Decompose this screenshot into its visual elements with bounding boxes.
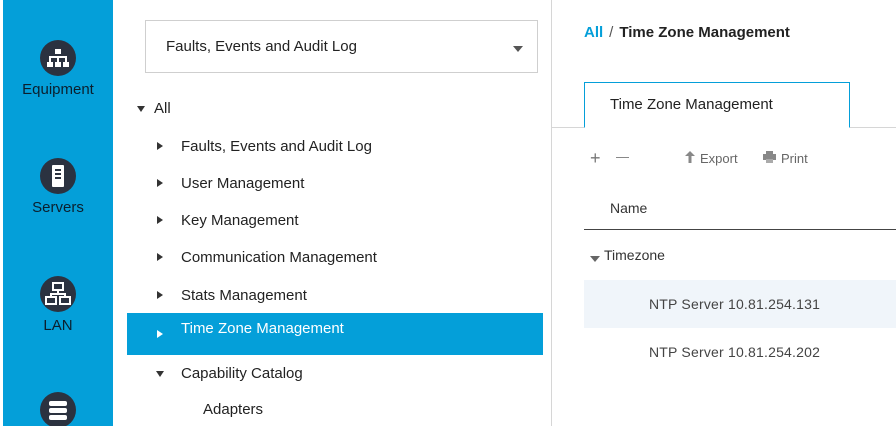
rail-item-lan[interactable]: LAN [3,276,113,334]
tree-item-label: Communication Management [181,249,377,266]
breadcrumb-separator: / [609,24,614,41]
breadcrumb-root-link[interactable]: All [584,24,603,41]
rail-item-servers[interactable]: Servers [3,158,113,216]
tree-item-key-management[interactable]: Key Management [127,206,543,236]
print-label: Print [781,151,808,166]
chevron-down-icon[interactable] [513,46,523,52]
rail-item-storage[interactable] [3,392,113,426]
ntp-server-name: NTP Server 10.81.254.202 [649,344,821,360]
storage-icon [40,392,76,426]
tree-item-label: Faults, Events and Audit Log [181,138,372,155]
export-arrow-icon [685,151,695,166]
tree-item-faults-events-audit-log[interactable]: Faults, Events and Audit Log [127,132,543,162]
tree-item-capability-catalog[interactable]: Capability Catalog [127,359,543,389]
tree-item-label: Stats Management [181,287,307,304]
breadcrumb: All / Time Zone Management [584,24,790,41]
collapsed-arrow-icon[interactable] [157,179,163,187]
tree-item-label: User Management [181,175,305,192]
equipment-icon [40,40,76,76]
grid-group-label: Timezone [604,247,665,263]
plus-icon: + [590,148,601,168]
export-label: Export [700,151,738,166]
collapsed-arrow-icon[interactable] [157,216,163,224]
collapsed-arrow-icon[interactable] [157,142,163,150]
icon-rail: Equipment Servers LAN [0,0,117,426]
tree-item-user-management[interactable]: User Management [127,169,543,199]
tree-item-label: All [154,100,171,117]
tree-item-time-zone-management[interactable]: Time Zone Management [127,313,543,355]
rail-label-equipment: Equipment [22,81,94,98]
collapsed-arrow-icon[interactable] [157,253,163,261]
tree-item-stats-management[interactable]: Stats Management [127,281,543,311]
server-icon [40,158,76,194]
ntp-server-name: NTP Server 10.81.254.131 [649,296,821,312]
navigation-panel: Faults, Events and Audit Log All Faults,… [117,0,551,426]
table-row[interactable]: NTP Server 10.81.254.131 [584,280,896,328]
minus-icon: — [616,149,629,164]
tree-item-label: Time Zone Management [181,320,344,337]
expand-arrow-icon[interactable] [137,106,145,112]
add-button[interactable]: + [590,148,601,169]
tree-item-label: Capability Catalog [181,365,303,382]
rail-label-lan: LAN [43,317,73,334]
breadcrumb-current: Time Zone Management [619,24,790,41]
tab-time-zone-management[interactable]: Time Zone Management [584,82,850,128]
tree-item-label: Adapters [203,401,264,418]
tree-item-adapters[interactable]: Adapters [127,395,543,425]
grid-column-header[interactable]: Name [584,190,896,230]
expand-arrow-icon[interactable] [156,371,164,377]
expand-arrow-icon[interactable] [590,256,600,262]
category-dropdown-value: Faults, Events and Audit Log [166,38,357,55]
lan-icon [40,276,76,312]
tree-item-communication-management[interactable]: Communication Management [127,243,543,273]
collapsed-arrow-icon[interactable] [157,291,163,299]
content-pane: All / Time Zone Management Time Zone Manag… [552,0,896,426]
rail-item-equipment[interactable]: Equipment [3,40,113,98]
printer-icon [763,151,776,166]
tree-item-label: Key Management [181,212,299,229]
collapsed-arrow-icon[interactable] [157,330,163,338]
table-row[interactable]: NTP Server 10.81.254.202 [584,328,896,376]
print-button[interactable]: Print [763,151,808,166]
column-name-header: Name [610,200,648,216]
export-button[interactable]: Export [685,151,738,166]
tab-label: Time Zone Management [610,96,773,113]
remove-button[interactable]: — [616,149,629,164]
tree-item-all[interactable]: All [127,94,543,124]
rail-label-servers: Servers [32,199,84,216]
category-dropdown[interactable]: Faults, Events and Audit Log [145,20,538,73]
